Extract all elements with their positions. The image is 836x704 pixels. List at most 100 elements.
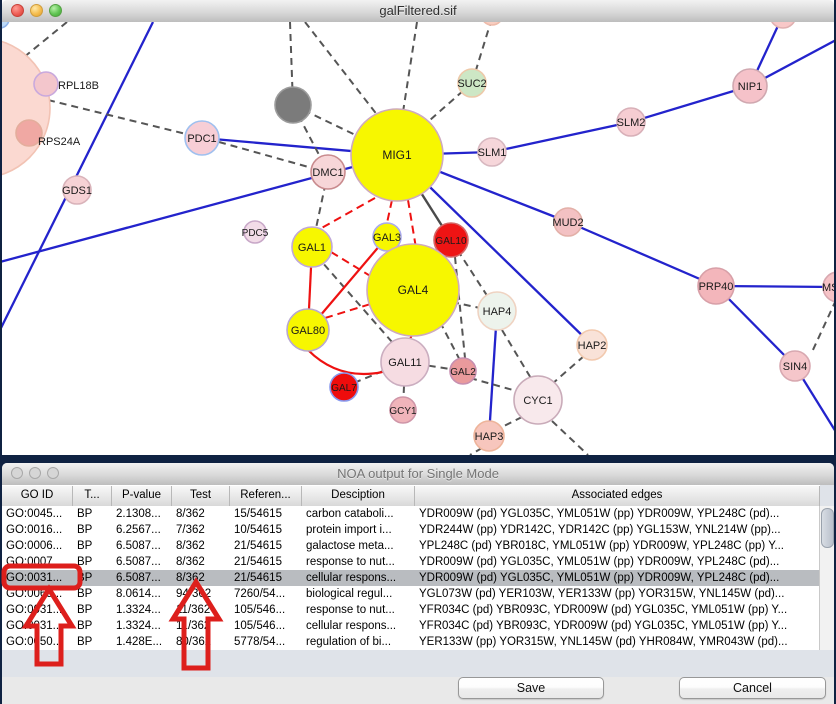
node-rpl18b[interactable] (34, 72, 58, 96)
node-label-rps24a: RPS24A (38, 136, 81, 148)
node-label-slm1: SLM1 (478, 147, 507, 159)
column-header-go-id[interactable]: GO ID (2, 486, 73, 506)
node-label-nip1: NIP1 (738, 81, 762, 93)
save-button[interactable]: Save (458, 677, 604, 699)
table-cell: 2.1308... (112, 506, 172, 522)
network-window: galFiltered.sif RPL18BRPS24AGDS1PDC1DMC1… (2, 0, 834, 455)
graph-edge-blue (492, 122, 631, 152)
table-cell: YGL073W (pd) YER103W, YER133W (pp) YOR31… (415, 586, 820, 602)
table-cell: 105/546... (230, 618, 302, 634)
table-cell: 11/362 (172, 618, 230, 634)
table-row[interactable]: GO:0031...BP1.3324...11/362105/546...res… (2, 602, 820, 618)
table-row[interactable]: GO:0016...BP6.2567...7/36210/54615protei… (2, 522, 820, 538)
table-cell: 21/54615 (230, 538, 302, 554)
table-cell: 1.3324... (112, 602, 172, 618)
column-header-associated-edges[interactable]: Associated edges (415, 486, 820, 506)
graph-edge-red-dash (318, 198, 375, 230)
graph-edge-blue (631, 86, 750, 122)
table-cell: 1.428E... (112, 634, 172, 650)
table-row[interactable]: GO:0007...BP6.5087...8/36221/54615respon… (2, 554, 820, 570)
table-cell: protein import i... (302, 522, 415, 538)
column-header-referen-[interactable]: Referen... (230, 486, 302, 506)
node-label-gal80: GAL80 (291, 325, 325, 337)
node-label-dmc1: DMC1 (312, 167, 343, 179)
table-cell: YER133W (pp) YOR315W, YNL145W (pd) YHR08… (415, 634, 820, 650)
table-row[interactable]: GO:0031...BP1.3324...11/362105/546...cel… (2, 618, 820, 634)
node-label-mig1: MIG1 (382, 148, 412, 162)
table-cell: 15/54615 (230, 506, 302, 522)
node-label-pdc5: PDC5 (242, 228, 269, 239)
table-cell: cellular respons... (302, 570, 415, 586)
noa-window-title: NOA output for Single Mode (2, 466, 834, 481)
graph-edge-red-dash (408, 200, 416, 248)
table-cell: GO:0031... (2, 618, 73, 634)
table-cell: YPL248C (pd) YBR018C, YML051W (pp) YDR00… (415, 538, 820, 554)
table-row[interactable]: GO:0045...BP2.1308...8/36215/54615carbon… (2, 506, 820, 522)
table-cell: carbon cataboli... (302, 506, 415, 522)
node-gray-node[interactable] (275, 87, 311, 123)
table-cell: response to nut... (302, 602, 415, 618)
graph-edge-dash (305, 22, 385, 125)
node-label-gal3: GAL3 (373, 232, 401, 244)
table-cell: 80/362 (172, 634, 230, 650)
column-header-p-value[interactable]: P-value (112, 486, 172, 506)
table-cell: GO:0031... (2, 570, 73, 586)
table-row[interactable]: GO:0065...BP8.0614...94/3627260/54...bio… (2, 586, 820, 602)
node-label-slm2: SLM2 (617, 117, 646, 129)
table-cell: BP (73, 522, 112, 538)
noa-window-titlebar[interactable]: NOA output for Single Mode (2, 463, 834, 486)
table-cell: 21/54615 (230, 570, 302, 586)
column-header-desciption[interactable]: Desciption (302, 486, 415, 506)
table-cell: GO:0045... (2, 506, 73, 522)
button-bar: Save Cancel (2, 677, 834, 704)
table-cell: regulation of bi... (302, 634, 415, 650)
node-label-hap2: HAP2 (578, 340, 607, 352)
node-big-left-node[interactable] (2, 38, 50, 178)
table-cell: BP (73, 570, 112, 586)
table-cell: BP (73, 506, 112, 522)
graph-edge-dash (500, 417, 522, 428)
table-cell: YFR034C (pd) YBR093C, YDR009W (pd) YGL03… (415, 602, 820, 618)
network-canvas[interactable]: RPL18BRPS24AGDS1PDC1DMC1MIG1SUC2SLM1SLM2… (2, 22, 834, 455)
graph-edge-dash (502, 330, 532, 380)
node-cut-top-node[interactable] (481, 22, 503, 25)
table-cell: BP (73, 634, 112, 650)
table-cell: 8/362 (172, 506, 230, 522)
column-header-test[interactable]: Test (172, 486, 230, 506)
table-cell: YDR009W (pd) YGL035C, YML051W (pp) YDR00… (415, 554, 820, 570)
table-cell: GO:0016... (2, 522, 73, 538)
node-label-gal11: GAL11 (388, 357, 421, 369)
table-cell: 21/54615 (230, 554, 302, 570)
node-label-cyc1: CYC1 (523, 395, 552, 407)
table-cell: GO:0065... (2, 586, 73, 602)
table-cell: response to nut... (302, 554, 415, 570)
table-cell: 11/362 (172, 602, 230, 618)
graph-edge-dash (403, 22, 417, 112)
column-header-t-[interactable]: T... (73, 486, 112, 506)
table-cell: 8/362 (172, 538, 230, 554)
node-label-gds1: GDS1 (62, 185, 92, 197)
table-cell: GO:0050... (2, 634, 73, 650)
table-row[interactable]: GO:0031...BP6.5087...8/36221/54615cellul… (2, 570, 820, 586)
scrollbar-thumb[interactable] (821, 508, 834, 548)
table-cell: 6.2567... (112, 522, 172, 538)
table-cell: 7/362 (172, 522, 230, 538)
table-cell: YDR244W (pp) YDR142C, YDR142C (pp) YGL15… (415, 522, 820, 538)
table-cell: 105/546... (230, 602, 302, 618)
node-cut-topright-node[interactable] (770, 22, 796, 28)
table-cell: cellular respons... (302, 618, 415, 634)
noa-output-window: NOA output for Single Mode GO IDT...P-va… (2, 463, 834, 704)
table-row[interactable]: GO:0006...BP6.5087...8/36221/54615galact… (2, 538, 820, 554)
results-table: GO IDT...P-valueTestReferen...Desciption… (2, 485, 834, 677)
graph-edge-dash (812, 300, 834, 352)
cancel-button[interactable]: Cancel (679, 677, 826, 699)
table-cell: BP (73, 602, 112, 618)
node-label-pdc1: PDC1 (187, 133, 216, 145)
node-corner-node[interactable] (2, 22, 9, 28)
table-cell: 6.5087... (112, 538, 172, 554)
table-cell: 8.0614... (112, 586, 172, 602)
table-cell: GO:0031... (2, 602, 73, 618)
table-row[interactable]: GO:0050...BP1.428E...80/3625778/54...reg… (2, 634, 820, 650)
network-window-titlebar[interactable]: galFiltered.sif (2, 0, 834, 23)
table-scrollbar[interactable] (819, 506, 834, 650)
